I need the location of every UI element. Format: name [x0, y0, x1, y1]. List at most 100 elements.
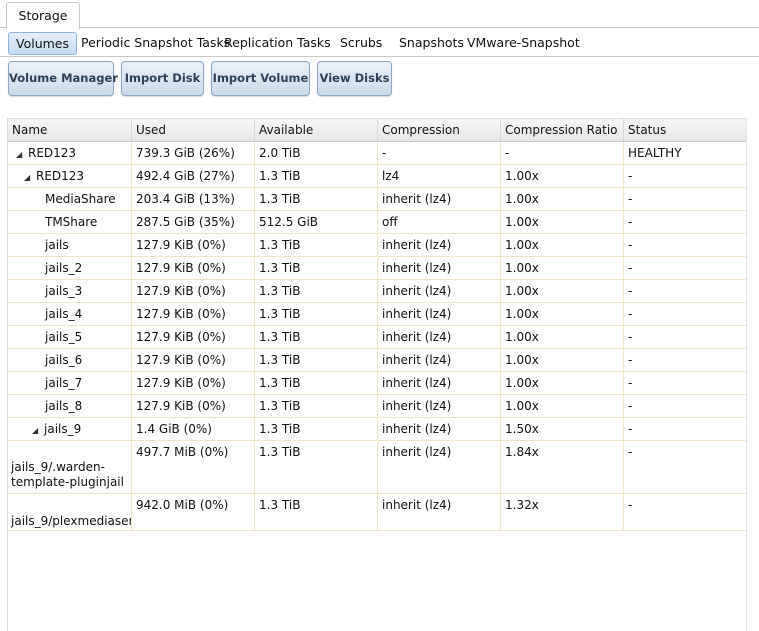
available-cell: 1.3 TiB [255, 441, 378, 493]
status-cell: - [624, 395, 747, 417]
name-cell: MediaShare [8, 188, 132, 210]
subtab-snapshots[interactable]: Snapshots [399, 32, 464, 55]
compression-cell: - [378, 142, 501, 164]
status-cell: - [624, 211, 747, 233]
table-row[interactable]: jails_8 127.9 KiB (0%) 1.3 TiB inherit (… [8, 395, 747, 418]
compression-ratio-cell: 1.00x [501, 188, 624, 210]
subtab-replication-tasks[interactable]: Replication Tasks [224, 32, 331, 55]
name-cell: jails_6 [8, 349, 132, 371]
subtab-scrubs[interactable]: Scrubs [340, 32, 382, 55]
table-row[interactable]: TMShare 287.5 GiB (35%) 512.5 GiB off 1.… [8, 211, 747, 234]
import-volume-button[interactable]: Import Volume [211, 61, 310, 96]
table-row[interactable]: jails 127.9 KiB (0%) 1.3 TiB inherit (lz… [8, 234, 747, 257]
table-row[interactable]: jails_6 127.9 KiB (0%) 1.3 TiB inherit (… [8, 349, 747, 372]
table-row[interactable]: jails_9/.warden-template-pluginjail 497.… [8, 441, 747, 494]
column-header-compression[interactable]: Compression [378, 119, 501, 142]
used-cell: 127.9 KiB (0%) [132, 395, 255, 417]
compression-ratio-cell: 1.00x [501, 303, 624, 325]
compression-ratio-cell: - [501, 142, 624, 164]
subtab-periodic-snapshot-tasks[interactable]: Periodic Snapshot Tasks [81, 32, 230, 55]
status-cell: - [624, 280, 747, 302]
name-cell: jails_4 [8, 303, 132, 325]
used-cell: 127.9 KiB (0%) [132, 372, 255, 394]
available-cell: 1.3 TiB [255, 257, 378, 279]
table-row[interactable]: jails_3 127.9 KiB (0%) 1.3 TiB inherit (… [8, 280, 747, 303]
name-cell: jails_3 [8, 280, 132, 302]
compression-cell: inherit (lz4) [378, 372, 501, 394]
status-cell: - [624, 326, 747, 348]
available-cell: 1.3 TiB [255, 349, 378, 371]
available-cell: 2.0 TiB [255, 142, 378, 164]
used-cell: 942.0 MiB (0%) [132, 494, 255, 530]
name-cell: jails [8, 234, 132, 256]
table-row[interactable]: jails_9/plexmediaserv 942.0 MiB (0%) 1.3… [8, 494, 747, 531]
table-row[interactable]: jails_5 127.9 KiB (0%) 1.3 TiB inherit (… [8, 326, 747, 349]
status-cell: - [624, 494, 747, 530]
compression-ratio-cell: 1.00x [501, 211, 624, 233]
compression-cell: inherit (lz4) [378, 280, 501, 302]
volumes-toolbar: Volume Manager Import Disk Import Volume… [0, 57, 759, 119]
table-row[interactable]: jails_4 127.9 KiB (0%) 1.3 TiB inherit (… [8, 303, 747, 326]
compression-cell: inherit (lz4) [378, 395, 501, 417]
column-header-available[interactable]: Available [255, 119, 378, 142]
name-cell: jails_8 [8, 395, 132, 417]
status-cell: - [624, 349, 747, 371]
available-cell: 1.3 TiB [255, 165, 378, 187]
column-header-status[interactable]: Status [624, 119, 747, 142]
compression-cell: off [378, 211, 501, 233]
view-disks-button[interactable]: View Disks [317, 61, 392, 96]
top-tab-bar: Storage [0, 0, 759, 29]
volumes-grid: Name Used Available Compression Compress… [7, 118, 747, 631]
table-row[interactable]: ◢ RED123 739.3 GiB (26%) 2.0 TiB - - HEAL… [8, 142, 747, 165]
table-row[interactable]: jails_2 127.9 KiB (0%) 1.3 TiB inherit (… [8, 257, 747, 280]
compression-cell: inherit (lz4) [378, 257, 501, 279]
compression-ratio-cell: 1.84x [501, 441, 624, 493]
used-cell: 127.9 KiB (0%) [132, 326, 255, 348]
compression-cell: inherit (lz4) [378, 441, 501, 493]
available-cell: 1.3 TiB [255, 395, 378, 417]
compression-ratio-cell: 1.00x [501, 372, 624, 394]
used-cell: 287.5 GiB (35%) [132, 211, 255, 233]
status-cell: - [624, 257, 747, 279]
used-cell: 203.4 GiB (13%) [132, 188, 255, 210]
subtab-vmware-snapshot[interactable]: VMware-Snapshot [467, 32, 580, 55]
column-header-name[interactable]: Name [8, 119, 132, 142]
compression-ratio-cell: 1.00x [501, 234, 624, 256]
available-cell: 1.3 TiB [255, 303, 378, 325]
storage-subtabs: Volumes Periodic Snapshot Tasks Replicat… [0, 29, 759, 57]
available-cell: 1.3 TiB [255, 494, 378, 530]
name-cell: jails_9/.warden-template-pluginjail [8, 441, 132, 493]
table-row[interactable]: MediaShare 203.4 GiB (13%) 1.3 TiB inher… [8, 188, 747, 211]
compression-ratio-cell: 1.32x [501, 494, 624, 530]
compression-cell: inherit (lz4) [378, 349, 501, 371]
import-disk-button[interactable]: Import Disk [121, 61, 204, 96]
column-header-used[interactable]: Used [132, 119, 255, 142]
subtab-volumes[interactable]: Volumes [8, 32, 78, 55]
tab-storage[interactable]: Storage [6, 2, 80, 29]
used-cell: 127.9 KiB (0%) [132, 349, 255, 371]
compression-cell: inherit (lz4) [378, 234, 501, 256]
table-row[interactable]: ◢ RED123 492.4 GiB (27%) 1.3 TiB lz4 1.00… [8, 165, 747, 188]
status-cell: - [624, 188, 747, 210]
status-cell: - [624, 372, 747, 394]
compression-cell: inherit (lz4) [378, 326, 501, 348]
available-cell: 1.3 TiB [255, 418, 378, 440]
name-cell: ◢ RED123 [8, 165, 132, 187]
volume-manager-button[interactable]: Volume Manager [8, 61, 118, 96]
name-cell: ◢ RED123 [8, 142, 132, 164]
used-cell: 739.3 GiB (26%) [132, 142, 255, 164]
available-cell: 1.3 TiB [255, 280, 378, 302]
status-cell: HEALTHY [624, 142, 747, 164]
status-cell: - [624, 234, 747, 256]
used-cell: 127.9 KiB (0%) [132, 234, 255, 256]
column-header-compression-ratio[interactable]: Compression Ratio [501, 119, 624, 142]
collapse-arrow-icon[interactable]: ◢ [32, 426, 42, 435]
used-cell: 127.9 KiB (0%) [132, 280, 255, 302]
collapse-arrow-icon[interactable]: ◢ [16, 150, 26, 159]
grid-scrollbar[interactable] [746, 118, 759, 631]
available-cell: 512.5 GiB [255, 211, 378, 233]
collapse-arrow-icon[interactable]: ◢ [24, 173, 34, 182]
table-row[interactable]: jails_7 127.9 KiB (0%) 1.3 TiB inherit (… [8, 372, 747, 395]
table-row[interactable]: ◢ jails_9 1.4 GiB (0%) 1.3 TiB inherit (l… [8, 418, 747, 441]
available-cell: 1.3 TiB [255, 188, 378, 210]
